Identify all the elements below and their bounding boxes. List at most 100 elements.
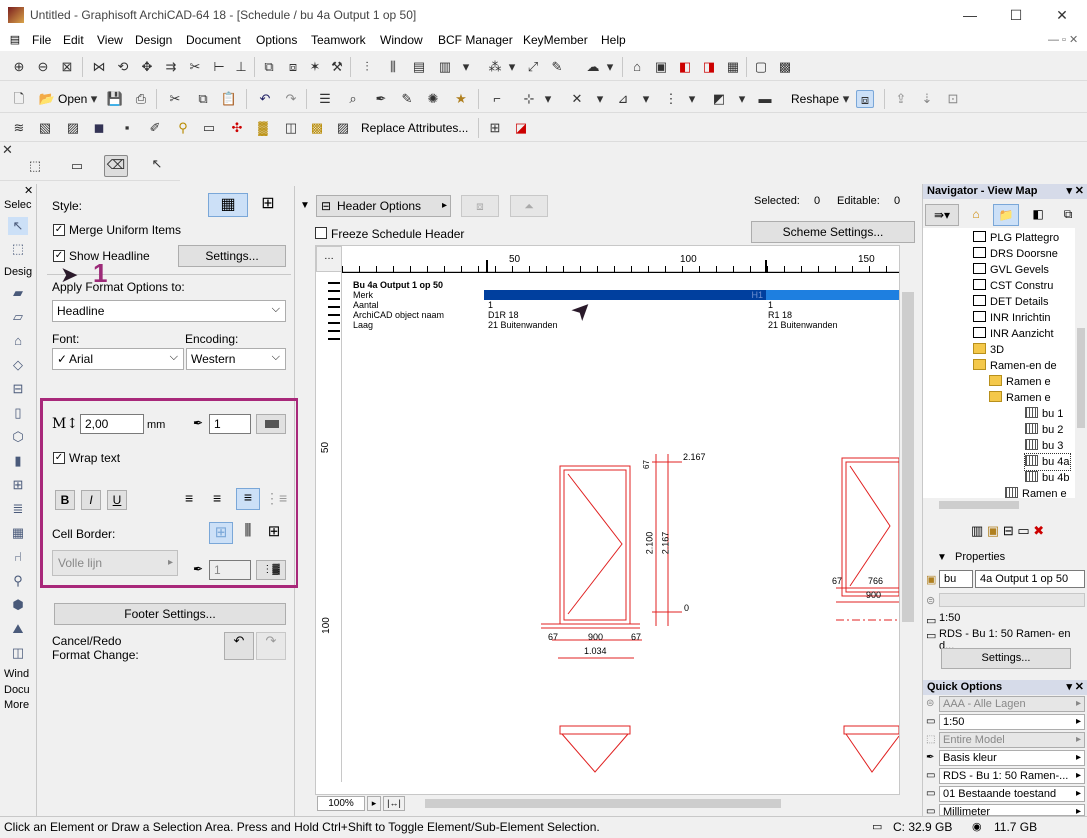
- dropdown-arrow-icon[interactable]: ▾: [840, 90, 852, 108]
- freeze-header-checkbox[interactable]: [315, 227, 327, 239]
- close-small-icon[interactable]: ✕: [24, 184, 33, 197]
- scroll-thumb[interactable]: [425, 799, 781, 808]
- align-icon[interactable]: ⫶: [358, 58, 376, 76]
- tree-item[interactable]: DRS Doorsne: [973, 246, 1058, 262]
- pen-icon[interactable]: ✐: [146, 119, 164, 137]
- magic-wand-icon[interactable]: ⚒: [328, 58, 346, 76]
- tree-item[interactable]: DET Details: [973, 294, 1048, 310]
- fit-width-icon[interactable]: |↔|: [383, 796, 405, 811]
- horizontal-scrollbar[interactable]: 100% ▸ |↔|: [315, 795, 915, 813]
- publish-icon[interactable]: ▩: [776, 58, 794, 76]
- copy-icon[interactable]: ⧉: [194, 90, 212, 108]
- teamwork-send-icon[interactable]: ⇪: [892, 90, 910, 108]
- paste-icon[interactable]: 📋: [220, 90, 238, 108]
- intersect-icon[interactable]: ⊥: [232, 58, 250, 76]
- apply-format-select[interactable]: Headline: [52, 299, 286, 322]
- marquee-tool-icon[interactable]: ⬚: [8, 240, 28, 258]
- tree-item[interactable]: Ramen e: [1005, 486, 1067, 498]
- panel-options-icon[interactable]: ▾: [1066, 184, 1072, 199]
- roof-tool-icon[interactable]: ⌂: [8, 332, 28, 350]
- quick-option-layers[interactable]: AAA - Alle Lagen: [939, 696, 1085, 712]
- publisher-icon[interactable]: ⧉: [1057, 204, 1079, 226]
- reshape-label[interactable]: Reshape: [791, 92, 839, 106]
- fill-icon[interactable]: ⤢: [524, 58, 542, 76]
- menu-design[interactable]: Design: [135, 33, 172, 47]
- suspend-group-icon[interactable]: ⧈: [284, 58, 302, 76]
- mirror-icon[interactable]: ⋈: [90, 58, 108, 76]
- zoom-out-icon[interactable]: ⊖: [34, 58, 52, 76]
- format-undo-icon[interactable]: ↶: [224, 632, 254, 660]
- split-icon[interactable]: ✂: [186, 58, 204, 76]
- tree-item[interactable]: Ramen-en de: [973, 358, 1057, 374]
- menu-file[interactable]: File: [32, 33, 51, 47]
- zoom-fit-icon[interactable]: ⊠: [58, 58, 76, 76]
- stair-tool-icon[interactable]: ≣: [8, 500, 28, 518]
- material-icon[interactable]: ◼: [90, 119, 108, 137]
- tree-item[interactable]: CST Constru: [973, 278, 1053, 294]
- composite-icon[interactable]: ▨: [64, 119, 82, 137]
- dropdown-arrow-icon[interactable]: ▾: [88, 90, 100, 108]
- mesh-tool-icon[interactable]: ⛰: [8, 620, 28, 638]
- house-icon[interactable]: ⌂: [628, 58, 646, 76]
- rotate-icon[interactable]: ⟲: [114, 58, 132, 76]
- dropdown-arrow-icon[interactable]: ▾: [506, 58, 518, 76]
- eraser-icon[interactable]: ⌫: [104, 155, 128, 177]
- tree-item[interactable]: INR Inrichtin: [973, 310, 1051, 326]
- close-small-icon[interactable]: ✕: [1075, 680, 1084, 695]
- quick-option-pen-set[interactable]: Basis kleur: [939, 750, 1085, 766]
- markup-icon[interactable]: ✣: [228, 119, 246, 137]
- gravity-icon[interactable]: ⌐: [488, 90, 506, 108]
- properties-toggle-icon[interactable]: ▼: [937, 552, 947, 563]
- building-material-icon[interactable]: ▓: [254, 119, 272, 137]
- floor-plan-icon[interactable]: ▣: [652, 58, 670, 76]
- view-name-input[interactable]: 4a Output 1 op 50: [975, 570, 1085, 588]
- pen-set-icon[interactable]: ⚲: [174, 119, 192, 137]
- find-select-icon[interactable]: ⌕: [344, 90, 362, 108]
- snap-icon[interactable]: ✕: [568, 90, 586, 108]
- quick-option-structure[interactable]: Entire Model: [939, 732, 1085, 748]
- menu-keymember[interactable]: KeyMember: [523, 33, 588, 47]
- new-file-icon[interactable]: 🗋: [10, 90, 28, 108]
- morph-tool-icon[interactable]: ⬡: [8, 428, 28, 446]
- maximize-icon[interactable]: ☐: [1006, 6, 1026, 24]
- view-map-tree[interactable]: PLG Plattegro DRS Doorsne GVL Gevels CST…: [923, 228, 1075, 498]
- open-folder-icon[interactable]: 📂: [38, 90, 56, 108]
- elevate-icon[interactable]: ⁂: [486, 58, 504, 76]
- zoom-level[interactable]: 100%: [317, 796, 365, 811]
- layout-icon[interactable]: ▢: [752, 58, 770, 76]
- dropdown-arrow-icon[interactable]: ▾: [460, 58, 472, 76]
- menu-teamwork[interactable]: Teamwork: [311, 33, 366, 47]
- marquee-icon[interactable]: ◩: [710, 90, 728, 108]
- menu-edit[interactable]: Edit: [63, 33, 84, 47]
- tree-item[interactable]: Ramen e: [989, 374, 1051, 390]
- lamp-tool-icon[interactable]: ⚲: [8, 572, 28, 590]
- tree-item[interactable]: PLG Plattegro: [973, 230, 1059, 246]
- line-weight-icon[interactable]: ▬: [756, 90, 774, 108]
- zone-icon[interactable]: ▭: [200, 119, 218, 137]
- view-id-input[interactable]: bu: [939, 570, 973, 588]
- style-grid-lines-icon[interactable]: ⊞: [253, 193, 283, 217]
- beam-tool-icon[interactable]: ⊟: [8, 380, 28, 398]
- tree-item[interactable]: 3D: [973, 342, 1004, 358]
- grid-snap-icon[interactable]: ⊿: [614, 90, 632, 108]
- zone-tool-icon[interactable]: ⬢: [8, 596, 28, 614]
- magic-wand-icon[interactable]: ✺: [424, 90, 442, 108]
- quick-option-renovation[interactable]: 01 Bestaande toestand: [939, 786, 1085, 802]
- export-icon[interactable]: ◪: [512, 119, 530, 137]
- project-map-icon[interactable]: ⌂: [965, 204, 987, 226]
- dropdown-arrow-icon[interactable]: ▾: [686, 90, 698, 108]
- dropdown-arrow-icon[interactable]: ▾: [542, 90, 554, 108]
- reshape-active-icon[interactable]: ⧈: [856, 90, 874, 108]
- select-rect-icon[interactable]: ▭: [68, 157, 86, 175]
- tree-item[interactable]: INR Aanzicht: [973, 326, 1054, 342]
- cut-icon[interactable]: ✂: [166, 90, 184, 108]
- tree-item[interactable]: bu 1: [1025, 406, 1063, 422]
- menu-document[interactable]: Document: [186, 33, 241, 47]
- shell-tool-icon[interactable]: ◇: [8, 356, 28, 374]
- skylight-tool-icon[interactable]: ◫: [8, 644, 28, 662]
- open-label[interactable]: Open: [58, 92, 87, 106]
- close-small-icon[interactable]: ✕: [2, 141, 13, 159]
- distribute-icon[interactable]: ⫼: [384, 58, 402, 76]
- door-tool-icon[interactable]: ▮: [8, 452, 28, 470]
- layer-combo-field[interactable]: [939, 593, 1085, 607]
